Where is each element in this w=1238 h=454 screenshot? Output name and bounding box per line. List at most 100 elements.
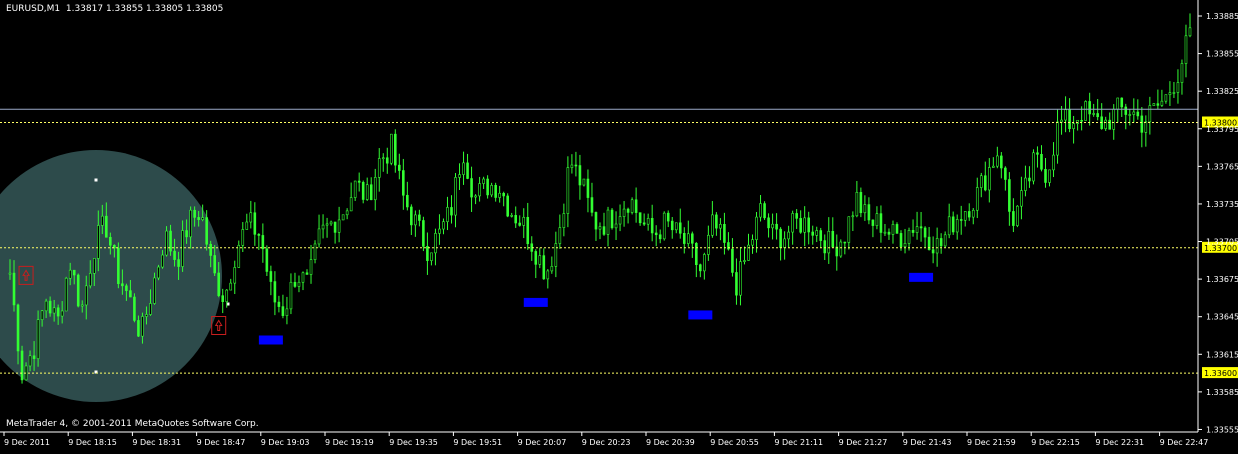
candle-body: [971, 209, 975, 218]
candle-body: [1088, 101, 1091, 115]
candle-body: [1120, 97, 1124, 108]
candle-body: [963, 211, 967, 221]
candle-body: [249, 212, 253, 223]
candle-body: [72, 269, 76, 276]
candle-body: [273, 281, 277, 303]
x-tick-label: 9 Dec 19:03: [261, 438, 310, 447]
candle-body: [269, 271, 273, 282]
candle-body: [558, 227, 562, 244]
candle-body: [353, 180, 357, 198]
candle-body: [1076, 119, 1079, 124]
candle-body: [662, 212, 666, 240]
candle-body: [129, 290, 132, 298]
candle-body: [16, 304, 20, 352]
candle-body: [141, 316, 144, 337]
candle-body: [654, 232, 658, 236]
candle-body: [674, 222, 678, 231]
candle-body: [703, 254, 706, 272]
candle-body: [634, 199, 638, 213]
candle-body: [245, 221, 249, 230]
candle-body: [1116, 97, 1120, 110]
candle-body: [610, 209, 614, 229]
candle-body: [486, 178, 489, 196]
candle-body: [289, 281, 293, 310]
ohlc-close: 1.33805: [186, 4, 224, 14]
candle-body: [438, 228, 441, 234]
circle-handle: [94, 178, 98, 182]
candle-body: [385, 157, 389, 164]
candle-body: [1012, 211, 1015, 226]
candle-body: [678, 222, 682, 234]
x-tick-label: 9 Dec 18:47: [197, 438, 246, 447]
candle-body: [867, 204, 871, 221]
candle-body: [149, 303, 152, 315]
candle-body: [935, 238, 939, 254]
candle-body: [895, 224, 899, 234]
candle-body: [883, 231, 887, 234]
price-chart[interactable]: 1.338001.337001.33600 1.338851.338551.33…: [0, 0, 1238, 450]
chart-window[interactable]: 1.33800 1.33700 1.33600 1.33885 1.33855 1.33…: [0, 0, 1238, 450]
y-tick-label: 1.33735: [1206, 200, 1238, 209]
candle-body: [406, 194, 409, 208]
candle-body: [165, 230, 168, 256]
candle-body: [939, 238, 943, 247]
candle-body: [96, 225, 100, 259]
candle-body: [931, 249, 935, 254]
candle-body: [1176, 82, 1180, 93]
candle-body: [1144, 121, 1148, 133]
candle-body: [1096, 113, 1099, 118]
x-tick-label: 9 Dec 21:11: [774, 438, 823, 447]
candle-body: [193, 209, 196, 218]
candle-body: [277, 301, 281, 307]
blue-signal-marker: [909, 272, 934, 282]
candle-body: [666, 212, 670, 222]
candle-body: [618, 216, 622, 225]
candle-body: [751, 239, 754, 246]
candle-body: [642, 222, 646, 225]
candle-body: [361, 182, 365, 200]
ohlc-high: 1.33855: [105, 4, 144, 14]
candle-body: [121, 283, 124, 287]
candle-body: [1124, 106, 1128, 115]
candle-body: [554, 243, 558, 267]
candle-body: [197, 217, 200, 220]
candle-body: [494, 185, 497, 198]
candle-body: [265, 248, 269, 272]
blue-signal-marker: [523, 297, 548, 307]
candle-body: [682, 233, 686, 244]
candle-body: [20, 350, 24, 381]
candle-body: [771, 223, 774, 229]
candle-body: [1064, 109, 1067, 121]
x-tick-label: 9 Dec 20:23: [582, 438, 631, 447]
candle-body: [915, 226, 919, 233]
candle-body: [446, 207, 449, 222]
candle-body: [743, 260, 746, 262]
candle-body: [602, 226, 606, 235]
candle-body: [229, 282, 233, 291]
candle-body: [225, 289, 229, 302]
candle-body: [1024, 177, 1027, 191]
candle-body: [538, 255, 542, 265]
candle-body: [983, 175, 987, 191]
candle-body: [402, 170, 405, 196]
candle-body: [947, 216, 951, 236]
candle-body: [823, 240, 827, 254]
candle-body: [594, 212, 598, 230]
candle-body: [145, 314, 148, 317]
candle-body: [1060, 119, 1063, 123]
candle-body: [510, 215, 513, 217]
x-tick-label: 9 Dec 20:07: [518, 438, 567, 447]
candle-body: [1044, 168, 1047, 183]
candle-body: [365, 184, 369, 200]
candle-body: [301, 272, 305, 283]
candle-body: [32, 355, 36, 359]
candle-body: [606, 209, 610, 235]
candle-body: [550, 266, 554, 272]
candle-body: [831, 230, 835, 248]
candle-body: [534, 251, 538, 265]
candle-body: [381, 157, 385, 160]
candle-body: [1172, 92, 1176, 94]
candle-body: [1048, 169, 1051, 183]
candle-body: [88, 273, 92, 287]
candle-body: [903, 243, 907, 248]
